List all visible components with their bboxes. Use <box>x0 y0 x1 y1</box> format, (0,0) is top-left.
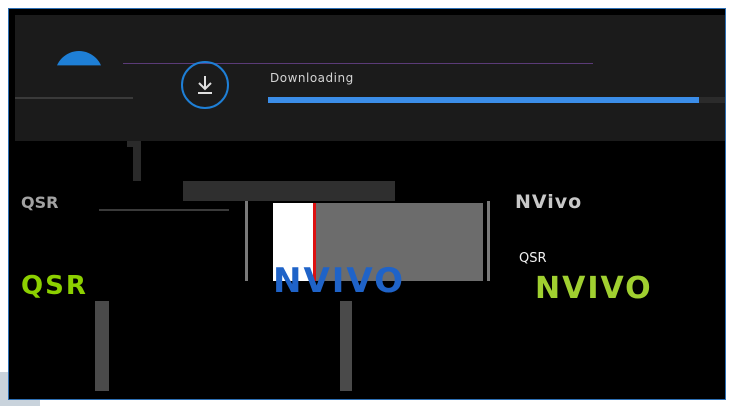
right-brand-text: NVivo <box>515 191 583 213</box>
qsr-label: QSR <box>519 251 547 266</box>
download-icon <box>181 61 229 109</box>
tile-left-border <box>245 201 248 281</box>
download-status-label: Downloading <box>270 71 354 85</box>
app-logo-arc <box>55 51 103 66</box>
app-window: Downloading QSR NVivo QSR NVIVO QSR NVIV… <box>8 8 726 400</box>
green-brand-left: QSR <box>21 271 88 301</box>
content-divider <box>99 209 229 211</box>
left-brand-text: QSR <box>21 193 59 212</box>
download-dialog: Downloading <box>15 15 725 146</box>
download-progress-fill <box>268 97 699 103</box>
green-brand-right: NVIVO <box>535 271 653 306</box>
background-window: QSR NVivo QSR NVIVO QSR NVIVO <box>15 141 725 399</box>
grey-pillar-left <box>95 301 109 391</box>
dialog-separator <box>15 97 133 99</box>
left-panel-edge <box>133 141 141 181</box>
content-header <box>183 181 395 201</box>
download-progress-bar <box>268 97 725 103</box>
nvivo-logo: NVIVO <box>273 261 406 301</box>
grey-pillar-right <box>340 301 352 391</box>
tile-right-border <box>487 201 490 281</box>
